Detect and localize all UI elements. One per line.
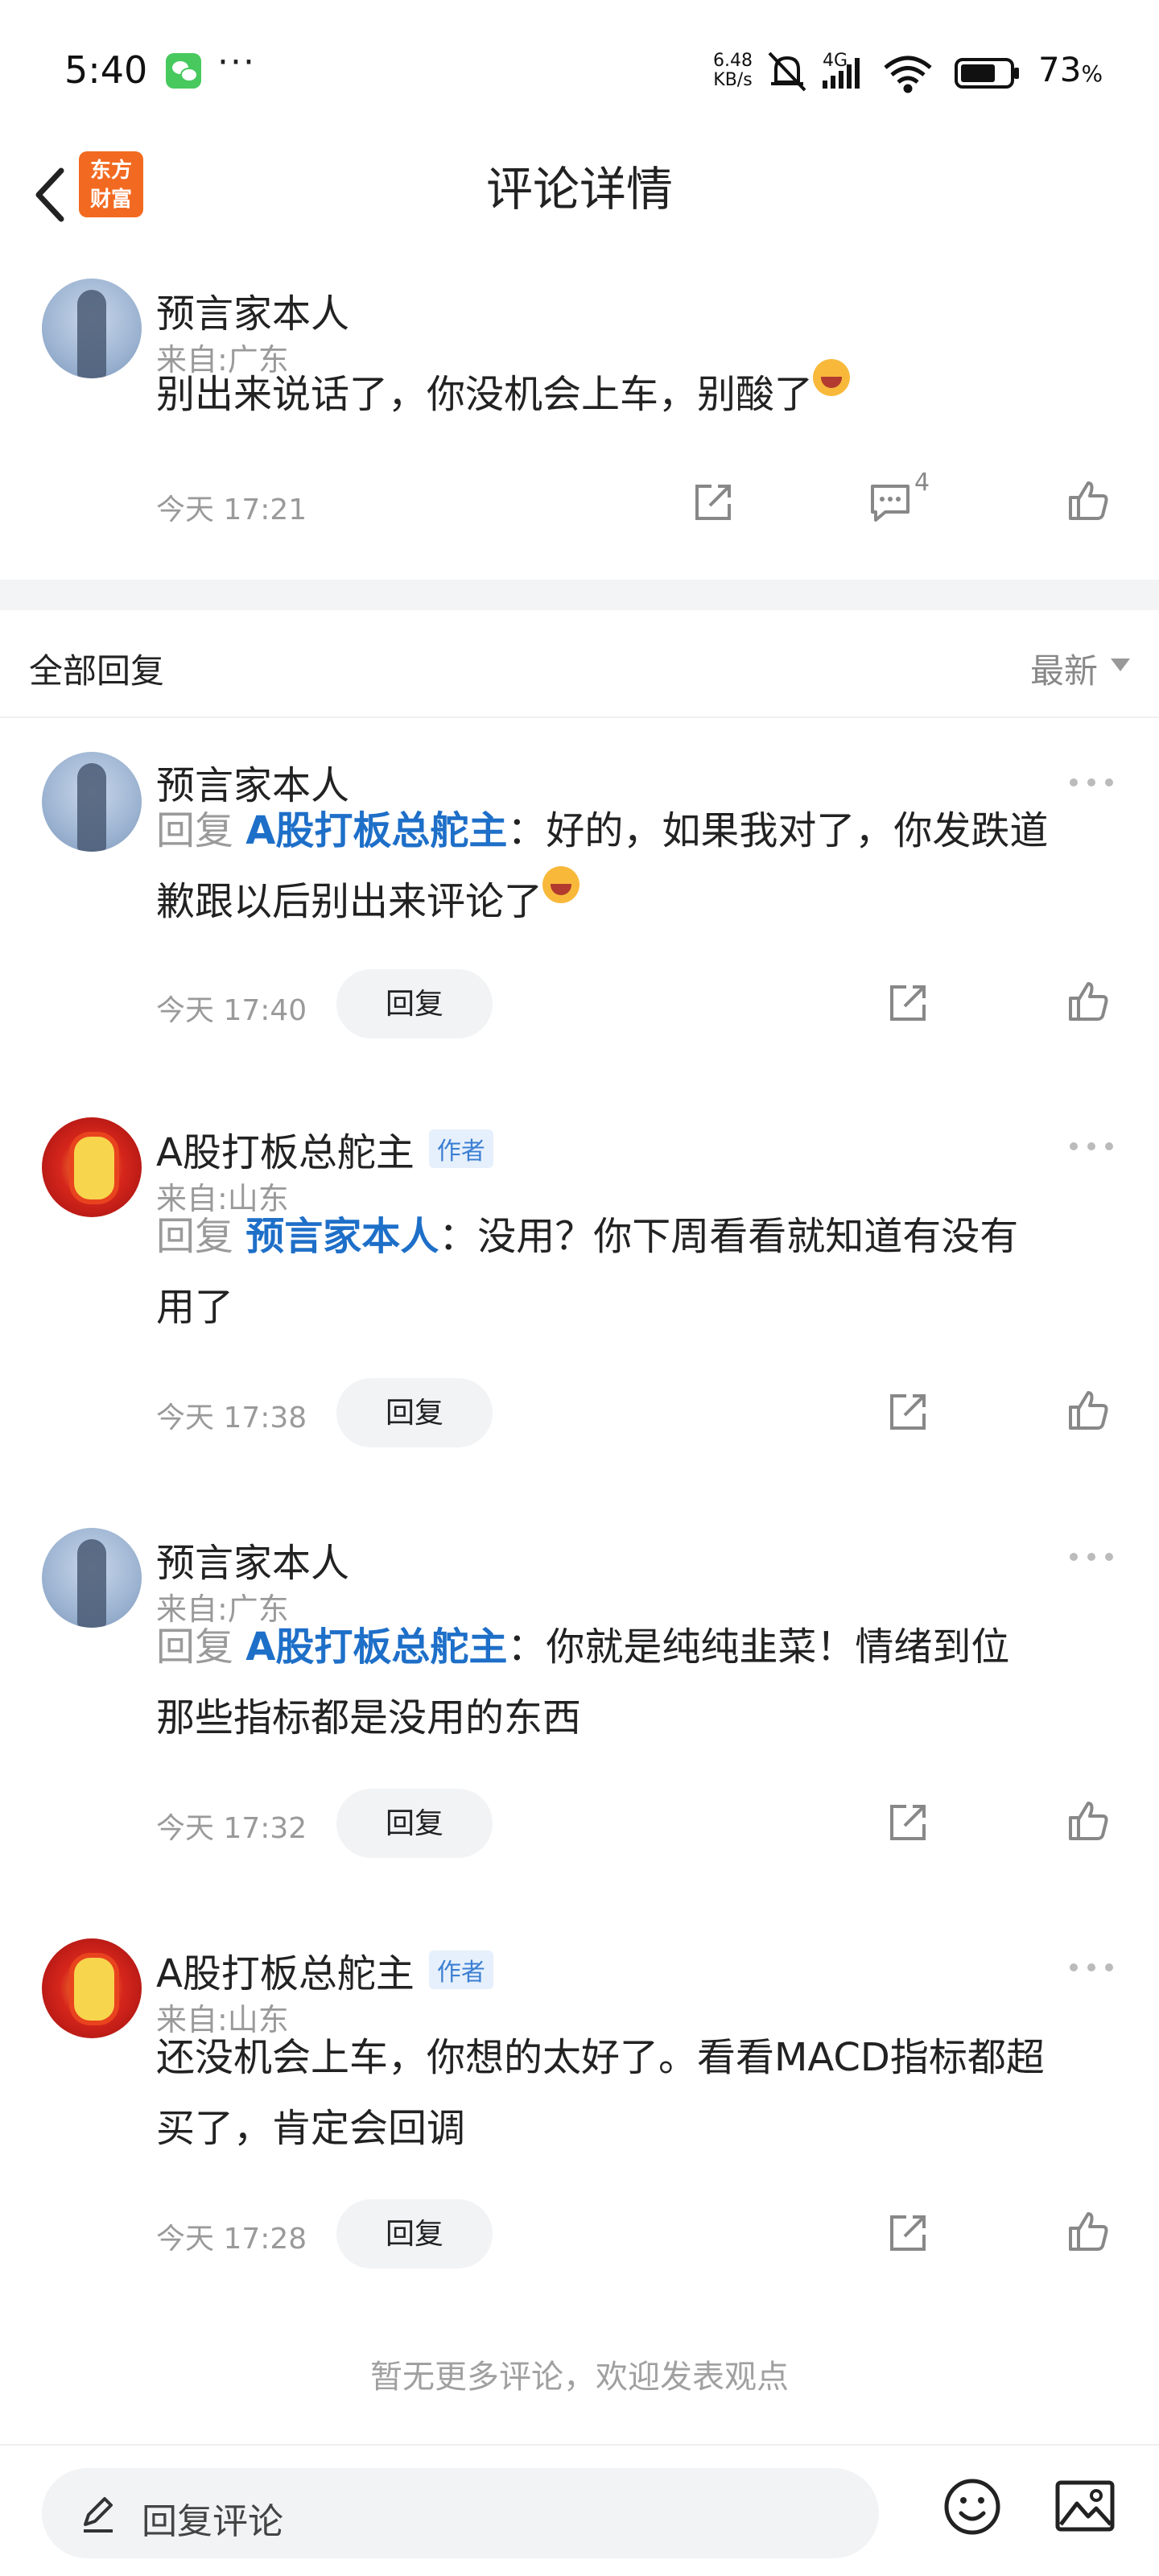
reply-text-line1: 还没机会上车，你想的太好了。看看MACD指标都超 bbox=[156, 2035, 1045, 2080]
more-options-icon[interactable] bbox=[1066, 774, 1117, 791]
comment-username[interactable]: 预言家本人 bbox=[156, 282, 349, 338]
section-divider bbox=[0, 580, 1159, 610]
reply-target-link[interactable]: A股打板总舵主 bbox=[245, 808, 507, 853]
reply-text: 还没机会上车，你想的太好了。看看MACD指标都超 买了，肯定会回调 bbox=[156, 2022, 1138, 2164]
reply-username[interactable]: 预言家本人 bbox=[156, 1531, 349, 1587]
like-icon[interactable] bbox=[1066, 1388, 1111, 1433]
page-title: 评论详情 bbox=[485, 162, 673, 217]
reply-input-placeholder: 回复评论 bbox=[142, 2501, 283, 2542]
comment-time: 今天 17:21 bbox=[156, 493, 307, 526]
reply-input[interactable]: 回复评论 bbox=[42, 2468, 879, 2558]
reply-text-line2: 歉跟以后别出来评论了 bbox=[156, 879, 543, 924]
reply-prefix: 回复 bbox=[156, 808, 246, 853]
reply-button[interactable]: 回复 bbox=[336, 2199, 493, 2268]
page-header: 东方 财富 评论详情 bbox=[0, 145, 1159, 250]
more-options-icon[interactable] bbox=[1066, 1549, 1117, 1565]
share-icon[interactable] bbox=[691, 480, 736, 525]
battery-unit: % bbox=[1081, 60, 1103, 87]
network-speed-value: 6.48 bbox=[713, 51, 753, 71]
comment-text-content: 别出来说话了，你没机会上车，别酸了 bbox=[156, 372, 814, 417]
reply-prefix: 回复 bbox=[156, 1624, 246, 1670]
share-icon[interactable] bbox=[885, 2211, 930, 2256]
author-badge: 作者 bbox=[428, 1129, 493, 1168]
reply-time: 今天 17:38 bbox=[156, 1402, 307, 1435]
reply-text-line1: ：没用？你下周看看就知道有没有 bbox=[439, 1214, 1019, 1259]
share-icon[interactable] bbox=[885, 980, 930, 1026]
pencil-icon bbox=[84, 2497, 113, 2533]
battery-icon bbox=[955, 58, 1019, 89]
bottom-bar: 回复评论 bbox=[0, 2444, 1159, 2576]
reply-item: A股打板总舵主 作者 来自:山东 还没机会上车，你想的太好了。看看MACD指标都超… bbox=[0, 1916, 1159, 2318]
reply-text-line1: ：好的，如果我对了，你发跌道 bbox=[507, 808, 1049, 853]
avatar[interactable] bbox=[42, 1117, 142, 1217]
reply-text-line2: 买了，肯定会回调 bbox=[156, 2106, 466, 2151]
reply-username[interactable]: A股打板总舵主 bbox=[156, 1951, 415, 1996]
comment-icon[interactable] bbox=[868, 480, 913, 525]
avatar[interactable] bbox=[42, 279, 142, 378]
sort-dropdown[interactable]: 最新 bbox=[1030, 644, 1098, 693]
share-icon[interactable] bbox=[885, 1389, 930, 1435]
replies-title: 全部回复 bbox=[29, 651, 165, 691]
reply-count: 4 bbox=[914, 469, 930, 497]
dropdown-caret-icon[interactable] bbox=[1111, 658, 1130, 671]
reply-text: 回复 预言家本人：没用？你下周看看就知道有没有 用了 bbox=[156, 1201, 1130, 1343]
share-icon[interactable] bbox=[885, 1800, 930, 1845]
reply-button[interactable]: 回复 bbox=[336, 1789, 493, 1858]
battery-value: 73 bbox=[1038, 50, 1082, 89]
emoji-picker-icon[interactable] bbox=[942, 2476, 1003, 2537]
wifi-icon bbox=[884, 56, 932, 93]
like-icon[interactable] bbox=[1066, 1798, 1111, 1843]
mute-icon bbox=[768, 52, 806, 92]
network-speed-unit: KB/s bbox=[713, 70, 753, 90]
reply-button[interactable]: 回复 bbox=[336, 969, 493, 1038]
avatar[interactable] bbox=[42, 752, 142, 852]
network-type-label: 4G bbox=[823, 51, 848, 71]
reply-item: 预言家本人 来自:广东 回复 A股打板总舵主：你就是纯纯韭菜！情绪到位 那些指标… bbox=[0, 1505, 1159, 1908]
reply-user-line: A股打板总舵主 作者 bbox=[156, 1121, 493, 1177]
like-icon[interactable] bbox=[1066, 979, 1111, 1024]
reply-text-line2: 用了 bbox=[156, 1285, 234, 1330]
reply-target-link[interactable]: 预言家本人 bbox=[245, 1214, 439, 1259]
image-picker-icon[interactable] bbox=[1054, 2478, 1116, 2534]
reply-time: 今天 17:40 bbox=[156, 994, 307, 1027]
reply-button[interactable]: 回复 bbox=[336, 1378, 493, 1447]
like-icon[interactable] bbox=[1066, 2209, 1111, 2254]
reply-text-line1: ：你就是纯纯韭菜！情绪到位 bbox=[507, 1624, 1010, 1670]
reply-item: 预言家本人 回复 A股打板总舵主：好的，如果我对了，你发跌道 歉跟以后别出来评论… bbox=[0, 724, 1159, 1095]
battery-percent: 73% bbox=[1038, 50, 1103, 89]
avatar[interactable] bbox=[42, 1528, 142, 1628]
status-time: 5:40 bbox=[64, 48, 148, 92]
network-speed: 6.48 KB/s bbox=[713, 52, 753, 90]
more-options-icon[interactable] bbox=[1066, 1138, 1117, 1154]
no-more-comments: 暂无更多评论，欢迎发表观点 bbox=[370, 2359, 789, 2396]
reply-username[interactable]: A股打板总舵主 bbox=[156, 1130, 415, 1175]
reply-prefix: 回复 bbox=[156, 1214, 246, 1259]
more-notifications-icon: ··· bbox=[217, 42, 256, 83]
more-options-icon[interactable] bbox=[1066, 1959, 1117, 1975]
replies-header: 全部回复 最新 bbox=[0, 610, 1159, 718]
reply-text-line2: 那些指标都是没用的东西 bbox=[156, 1695, 582, 1740]
reply-target-link[interactable]: A股打板总舵主 bbox=[245, 1624, 507, 1670]
avatar[interactable] bbox=[42, 1938, 142, 2038]
laughing-emoji-icon bbox=[813, 359, 851, 396]
reply-item: A股打板总舵主 作者 来自:山东 回复 预言家本人：没用？你下周看看就知道有没有 … bbox=[0, 1095, 1159, 1497]
wechat-notification-icon bbox=[166, 53, 201, 89]
reply-text: 回复 A股打板总舵主：好的，如果我对了，你发跌道 歉跟以后别出来评论了 bbox=[156, 795, 1130, 937]
emoji-icon bbox=[542, 866, 580, 903]
status-icons: 4G bbox=[768, 51, 1019, 93]
status-bar: 5:40 ··· 6.48 KB/s 4G 73% bbox=[0, 0, 1159, 145]
reply-time: 今天 17:32 bbox=[156, 1812, 307, 1845]
reply-user-line: A股打板总舵主 作者 bbox=[156, 1942, 493, 1998]
reply-time: 今天 17:28 bbox=[156, 2223, 307, 2256]
reply-text: 回复 A股打板总舵主：你就是纯纯韭菜！情绪到位 那些指标都是没用的东西 bbox=[156, 1612, 1130, 1753]
comment-text: 别出来说话了，你没机会上车，别酸了 bbox=[156, 359, 851, 430]
like-icon[interactable] bbox=[1066, 478, 1111, 523]
author-badge: 作者 bbox=[428, 1951, 493, 1989]
main-comment: 预言家本人 来自:广东 别出来说话了，你没机会上车，别酸了 今天 17:21 4 bbox=[0, 258, 1159, 580]
